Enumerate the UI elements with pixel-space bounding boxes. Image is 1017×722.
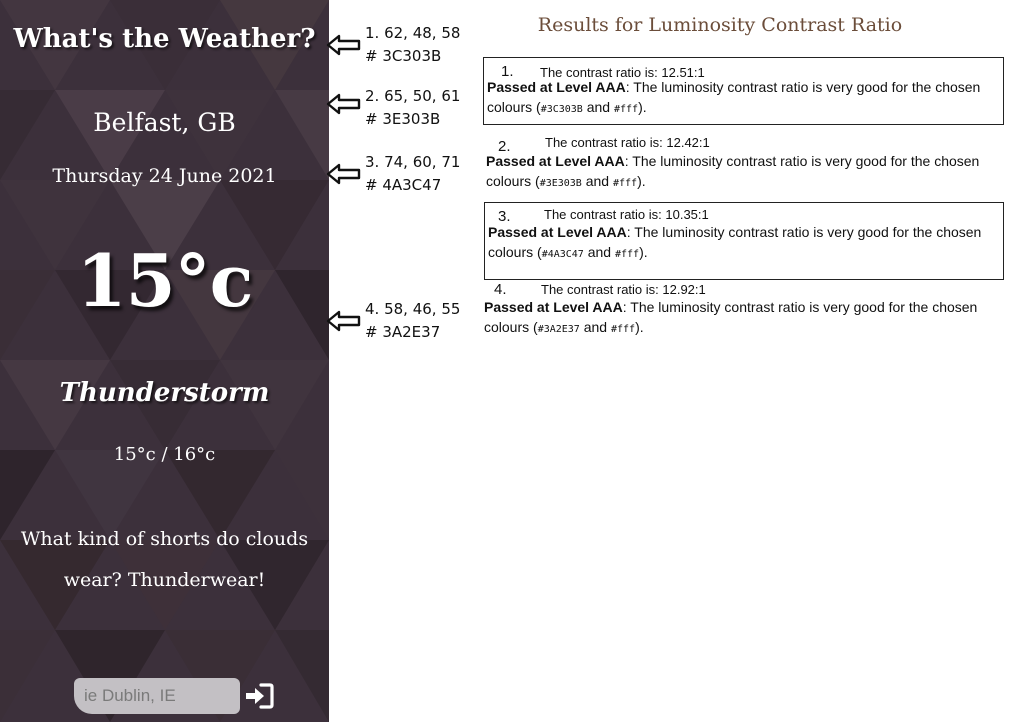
pass-level: Passed at Level AAA	[486, 153, 625, 169]
app-title: What's the Weather?	[13, 24, 316, 54]
annotation-hex: # 3A2E37	[365, 323, 441, 341]
weather-joke: What kind of shorts do clouds wear? Thun…	[20, 528, 309, 591]
background-code: #fff	[614, 249, 640, 260]
result-card-3: 3. The contrast ratio is: 10.35:1 Passed…	[484, 202, 1004, 280]
left-arrow-icon	[326, 310, 361, 332]
weather-app-panel: What's the Weather? Belfast, GB Thursday…	[0, 0, 329, 722]
annotation-3: 3. 74, 60, 71 # 4A3C47	[365, 151, 460, 197]
result-card-2: 2. The contrast ratio is: 12.42:1 Passed…	[483, 133, 1004, 199]
annotation-1: 1. 62, 48, 58 # 3C303B	[365, 22, 460, 68]
annotation-rgb: 1. 62, 48, 58	[365, 24, 461, 42]
left-arrow-icon	[326, 93, 361, 115]
temperature-range: 15°c / 16°c	[113, 444, 216, 465]
annotation-4: 4. 58, 46, 55 # 3A2E37	[365, 298, 460, 344]
result-description: Passed at Level AAA: The luminosity cont…	[484, 299, 978, 335]
city-name: Belfast, GB	[93, 108, 236, 137]
contrast-ratio: The contrast ratio is: 10.35:1	[544, 207, 709, 222]
foreground-code: #3A2E37	[537, 324, 580, 335]
foreground-code: #4A3C47	[541, 249, 584, 260]
annotation-2: 2. 65, 50, 61 # 3E303B	[365, 85, 460, 131]
current-temperature: 15°c	[76, 238, 253, 323]
contrast-ratio: The contrast ratio is: 12.42:1	[545, 135, 710, 150]
foreground-code: #3E303B	[539, 178, 582, 189]
result-description: Passed at Level AAA: The luminosity cont…	[486, 153, 980, 189]
annotation-rgb: 4. 58, 46, 55	[365, 300, 461, 318]
pass-level: Passed at Level AAA	[488, 224, 627, 240]
left-arrow-icon	[326, 163, 361, 185]
foreground-code: #3C303B	[540, 104, 583, 115]
result-card-4: 4. The contrast ratio is: 12.92:1 Passed…	[483, 279, 1004, 343]
results-title: Results for Luminosity Contrast Ratio	[537, 14, 903, 36]
contrast-ratio: The contrast ratio is: 12.92:1	[541, 282, 706, 297]
background-code: #fff	[613, 104, 639, 115]
annotation-hex: # 3C303B	[365, 47, 442, 65]
background-code: #fff	[610, 324, 636, 335]
current-date: Thursday 24 June 2021	[52, 165, 277, 187]
annotation-hex: # 4A3C47	[365, 176, 442, 194]
result-description: Passed at Level AAA: The luminosity cont…	[488, 224, 982, 260]
background-code: #fff	[612, 178, 638, 189]
city-search-input[interactable]	[74, 678, 240, 714]
result-card-1: 1. The contrast ratio is: 12.51:1 Passed…	[483, 57, 1004, 125]
pass-level: Passed at Level AAA	[484, 299, 623, 315]
annotation-rgb: 3. 74, 60, 71	[365, 153, 461, 171]
sign-in-icon[interactable]	[243, 682, 275, 710]
left-arrow-icon	[326, 34, 361, 56]
annotation-hex: # 3E303B	[365, 110, 441, 128]
weather-condition: Thunderstorm	[59, 378, 270, 408]
result-description: Passed at Level AAA: The luminosity cont…	[487, 79, 981, 115]
pass-level: Passed at Level AAA	[487, 79, 626, 95]
result-number: 4.	[494, 281, 507, 298]
annotation-rgb: 2. 65, 50, 61	[365, 87, 461, 105]
